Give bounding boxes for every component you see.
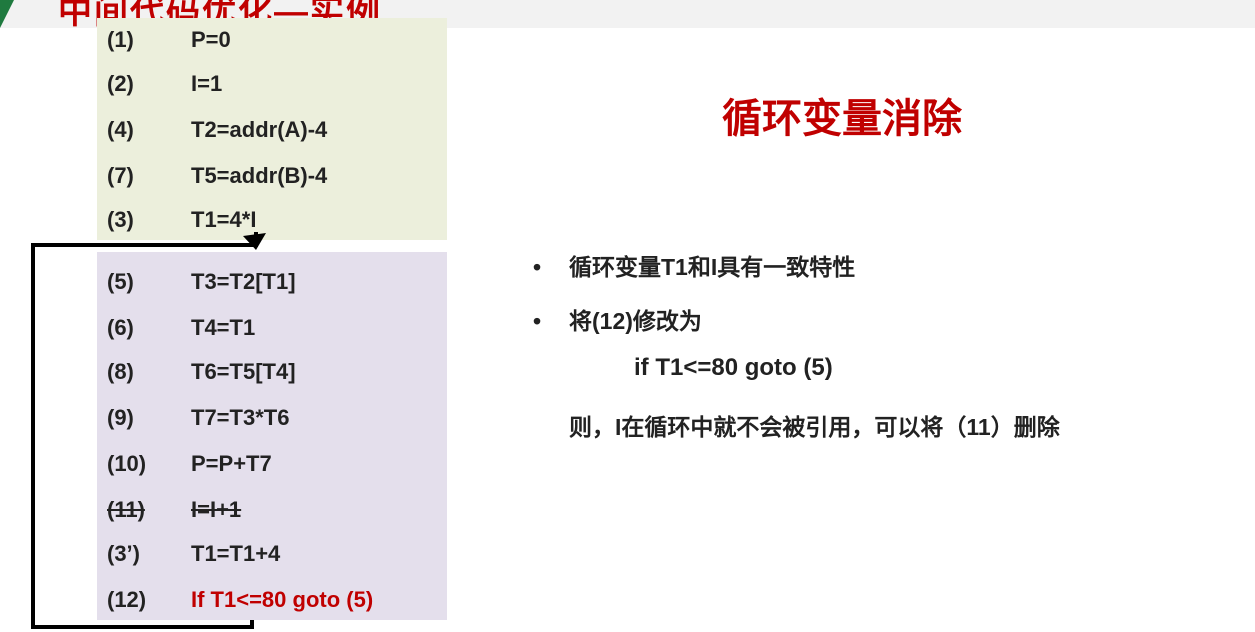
bullet-text: 循环变量T1和I具有一致特性 (569, 254, 856, 280)
modified-statement: if T1<=80 goto (5) (634, 354, 833, 381)
bullet-item-1: • 循环变量T1和I具有一致特性 (533, 248, 855, 282)
bullet-marker: • (533, 254, 542, 280)
arrowhead-icon (243, 233, 266, 250)
loop-arrow-line (31, 232, 258, 629)
section-heading: 循环变量消除 (722, 97, 962, 141)
bullet-text: 将(12)修改为 (569, 308, 702, 334)
conclusion-text: 则，I在循环中就不会被引用，可以将（11）删除 (569, 414, 1060, 440)
bullet-marker: • (533, 308, 542, 334)
bullet-item-2: • 将(12)修改为 (533, 302, 702, 336)
